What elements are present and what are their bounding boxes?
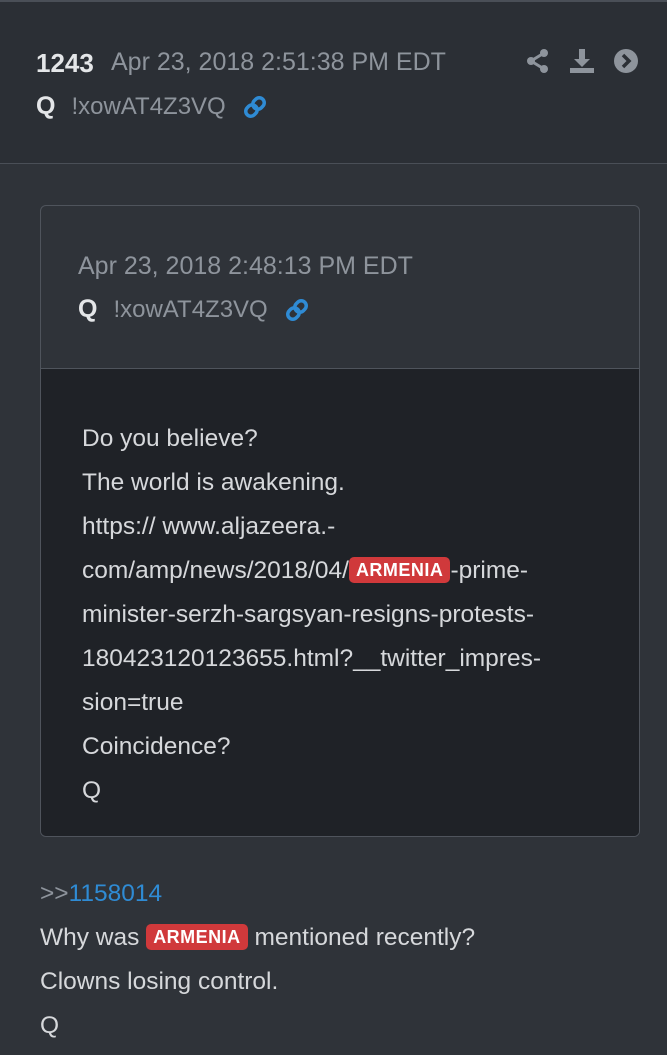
download-icon[interactable] <box>569 48 595 74</box>
highlight-tag: ARMENIA <box>348 557 451 583</box>
body-line: The world is awakening. <box>82 469 345 496</box>
quoted-post-date: Apr 23, 2018 2:48:13 PM EDT <box>78 252 413 280</box>
quoted-post-author: Q !xowAT4Z3VQ <box>78 295 310 324</box>
post-header: 1243 Apr 23, 2018 2:51:38 PM EDT Q !xowA… <box>0 2 667 164</box>
reply-reference: >>1158014 <box>40 872 475 916</box>
text-segment: Why was <box>40 924 147 951</box>
reply-prefix: >> <box>40 880 69 907</box>
body-line: Do you believe? <box>82 425 258 452</box>
text-segment: mentioned recently? <box>247 924 476 951</box>
quoted-post-header: Apr 23, 2018 2:48:13 PM EDT Q !xowAT4Z3V… <box>41 206 639 369</box>
post-date: Apr 23, 2018 2:51:38 PM EDT <box>111 48 446 76</box>
author-trip: !xowAT4Z3VQ <box>71 92 226 120</box>
body-line: minister-serzh-sargsyan-resigns-protests… <box>82 601 535 628</box>
post-author: Q !xowAT4Z3VQ <box>36 92 268 121</box>
reply-link[interactable]: 1158014 <box>69 880 163 907</box>
quoted-post-body: Do you believe? The world is awakening. … <box>41 369 639 836</box>
body-line: sion=true <box>82 689 184 716</box>
body-line: Clowns losing control. <box>40 968 279 995</box>
share-icon[interactable] <box>525 48 551 74</box>
body-line: Q <box>40 1012 60 1039</box>
body-line: https:// www.aljazeera.- <box>82 513 336 540</box>
post-body: >>1158014 Why was ARMENIA mentioned rece… <box>40 872 475 1048</box>
body-line: 180423120123655.html?__twitter_impres- <box>82 645 541 672</box>
quoted-post: Apr 23, 2018 2:48:13 PM EDT Q !xowAT4Z3V… <box>40 205 640 837</box>
highlight-tag: ARMENIA <box>146 924 248 950</box>
link-icon[interactable] <box>284 297 310 323</box>
link-icon[interactable] <box>242 94 268 120</box>
quoted-author-name: Q <box>78 295 98 323</box>
body-line: com/amp/news/2018/04/ARMENIA -prime- <box>82 549 599 593</box>
author-name: Q <box>36 92 56 120</box>
url-segment: com/amp/news/2018/04/ <box>82 557 349 584</box>
forward-icon[interactable] <box>613 48 639 74</box>
url-segment: -prime- <box>450 557 529 584</box>
quoted-author-trip: !xowAT4Z3VQ <box>113 295 268 323</box>
body-line: Coincidence? <box>82 733 231 760</box>
body-line: Why was ARMENIA mentioned recently? <box>40 916 475 960</box>
body-line: Q <box>82 777 102 804</box>
post-number[interactable]: 1243 <box>36 48 94 79</box>
post-actions <box>525 48 639 74</box>
